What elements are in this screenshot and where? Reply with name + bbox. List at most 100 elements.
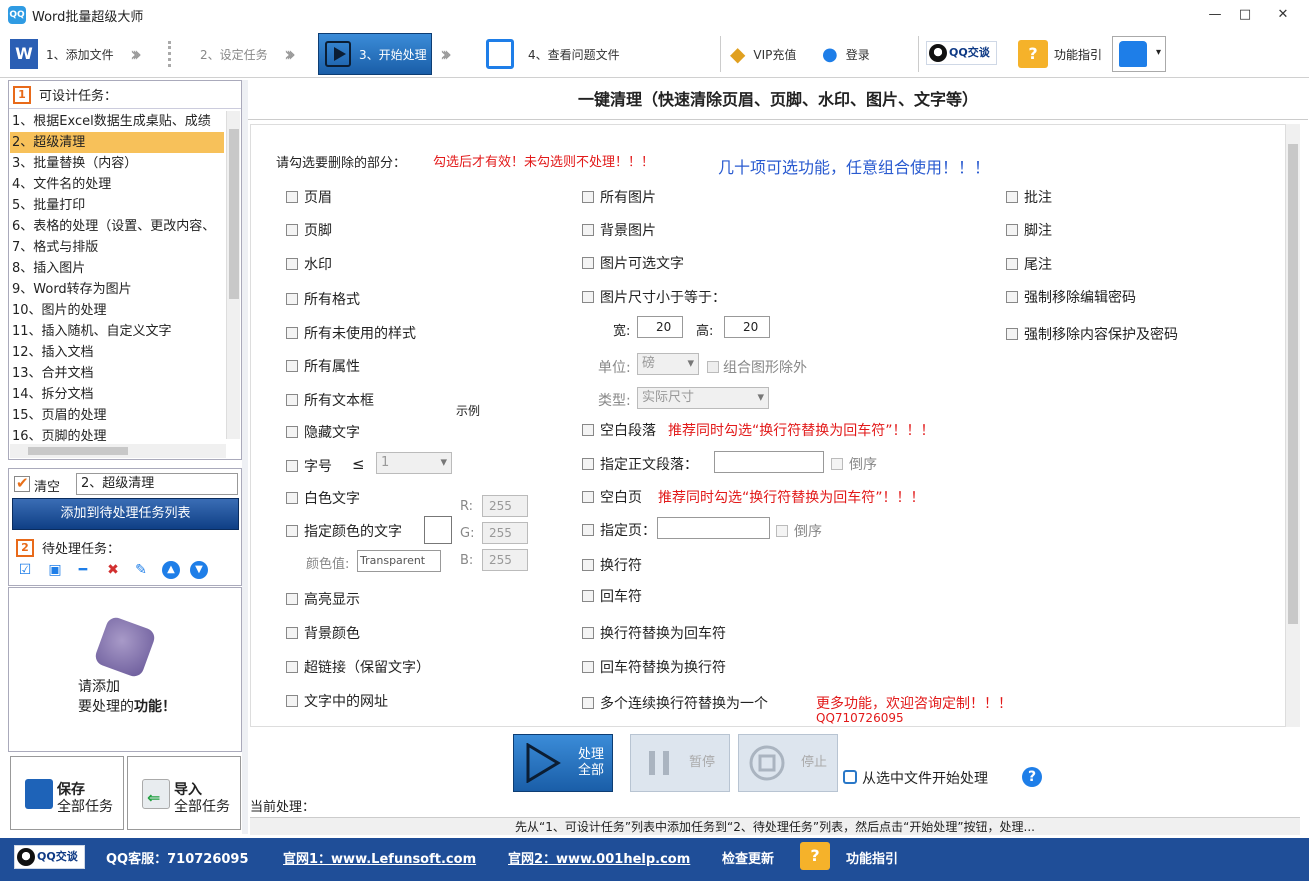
save-all-tasks-button[interactable]: 保存 全部任务 (10, 756, 124, 830)
rgb-g-input[interactable]: 255 (482, 522, 528, 544)
skin-button[interactable]: ▾ (1112, 36, 1166, 72)
rgb-r-input[interactable]: 255 (482, 495, 528, 517)
guide-button[interactable]: 功能指引 (1054, 46, 1102, 63)
width-input[interactable]: 20 (637, 316, 683, 338)
close-icon[interactable]: ✕ (1268, 4, 1298, 26)
exclude-group-option[interactable]: 组合图形除外 (707, 357, 807, 377)
spec-page-input[interactable] (657, 517, 770, 539)
example-link[interactable]: 示例 (456, 402, 480, 419)
checkbox[interactable] (776, 525, 788, 537)
list-item[interactable]: 4、文件名的处理 (10, 174, 224, 195)
step-set-task[interactable]: 2、设定任务 (168, 34, 268, 74)
color-value-input[interactable]: Transparent (357, 550, 441, 572)
site1-link[interactable]: 官网1：www.Lefunsoft.com (283, 848, 476, 867)
option-spec-page[interactable]: 指定页： (582, 520, 656, 540)
checkbox[interactable] (286, 224, 298, 236)
checkbox[interactable] (582, 590, 594, 602)
option-image-size[interactable]: 图片尺寸小于等于： (582, 287, 726, 307)
checkbox[interactable] (1006, 191, 1018, 203)
list-item[interactable]: 6、表格的处理（设置、更改内容、 (10, 216, 224, 237)
clear-icon[interactable]: ✎ (132, 561, 150, 579)
checkbox[interactable] (286, 293, 298, 305)
option-hidden-text[interactable]: 隐藏文字 (286, 422, 360, 442)
font-size-select[interactable]: 1 (376, 452, 452, 474)
from-selected-checkbox[interactable] (843, 770, 857, 784)
checkbox[interactable] (286, 593, 298, 605)
checkbox[interactable] (582, 559, 594, 571)
process-all-button[interactable]: 处理 全部 (513, 734, 613, 792)
option-blank-page[interactable]: 空白页 (582, 487, 642, 507)
option-remove-edit-password[interactable]: 强制移除编辑密码 (1006, 287, 1136, 307)
list-item[interactable]: 9、Word转存为图片 (10, 279, 224, 300)
option-footer[interactable]: 页脚 (286, 220, 332, 240)
checkbox[interactable] (1006, 224, 1018, 236)
option-header[interactable]: 页眉 (286, 187, 332, 207)
minus-icon[interactable]: ━ (74, 561, 92, 579)
list-item[interactable]: 15、页眉的处理 (10, 405, 224, 426)
height-input[interactable]: 20 (724, 316, 770, 338)
maximize-icon[interactable]: □ (1230, 4, 1260, 26)
option-line-break[interactable]: 换行符 (582, 555, 642, 575)
checkbox[interactable] (286, 360, 298, 372)
option-all-formats[interactable]: 所有格式 (286, 289, 360, 309)
qq-chat-button[interactable]: QQ交谈 (926, 41, 997, 65)
checkbox[interactable] (286, 394, 298, 406)
checkbox[interactable] (831, 458, 843, 470)
step-start-process[interactable]: 3、开始处理 (318, 33, 432, 75)
reverse-option-2[interactable]: 倒序 (776, 521, 822, 541)
list-item[interactable]: 13、合并文档 (10, 363, 224, 384)
checkbox[interactable] (582, 627, 594, 639)
task-list-vscrollbar[interactable] (226, 111, 240, 439)
list-item[interactable]: 12、插入文档 (10, 342, 224, 363)
step-add-files[interactable]: W 1、添加文件 (10, 34, 114, 74)
option-blank-paragraph[interactable]: 空白段落 (582, 420, 656, 440)
option-return-to-linebreak[interactable]: 回车符替换为换行符 (582, 657, 726, 677)
move-up-icon[interactable]: ▲ (162, 561, 180, 579)
selected-task-field[interactable]: 2、超级清理 (76, 473, 238, 495)
checkbox[interactable] (582, 291, 594, 303)
option-all-textboxes[interactable]: 所有文本框 (286, 390, 374, 410)
list-item[interactable]: 10、图片的处理 (10, 300, 224, 321)
option-background-color[interactable]: 背景颜色 (286, 623, 360, 643)
checkbox[interactable] (286, 191, 298, 203)
option-unused-styles[interactable]: 所有未使用的样式 (286, 323, 416, 343)
unit-select[interactable]: 磅 (637, 353, 699, 375)
option-spec-paragraph[interactable]: 指定正文段落： (582, 454, 698, 474)
checkbox[interactable] (582, 697, 594, 709)
spec-paragraph-input[interactable] (714, 451, 824, 473)
checkbox[interactable] (582, 661, 594, 673)
list-item[interactable]: 16、页脚的处理 (10, 426, 224, 446)
option-all-properties[interactable]: 所有属性 (286, 356, 360, 376)
option-highlight[interactable]: 高亮显示 (286, 589, 360, 609)
checkbox[interactable] (286, 327, 298, 339)
checkbox[interactable] (582, 191, 594, 203)
option-remove-protection[interactable]: 强制移除内容保护及密码 (1006, 324, 1178, 344)
checkbox[interactable] (286, 258, 298, 270)
checkbox[interactable] (582, 224, 594, 236)
stop-button[interactable]: 停止 (738, 734, 838, 792)
option-linebreak-to-return[interactable]: 换行符替换为回车符 (582, 623, 726, 643)
step-view-problems[interactable]: 4、查看问题文件 (486, 34, 620, 74)
checkbox[interactable] (582, 458, 594, 470)
uncheck-icon[interactable]: ▣ (46, 561, 64, 579)
option-carriage-return[interactable]: 回车符 (582, 586, 642, 606)
pause-button[interactable]: 暂停 (630, 734, 730, 792)
rgb-b-input[interactable]: 255 (482, 549, 528, 571)
task-list-hscrollbar[interactable] (10, 444, 226, 458)
option-image-alt-text[interactable]: 图片可选文字 (582, 253, 684, 273)
add-to-pending-button[interactable]: 添加到待处理任务列表 (12, 498, 239, 530)
option-watermark[interactable]: 水印 (286, 254, 332, 274)
list-item[interactable]: 1、根据Excel数据生成桌贴、成绩 (10, 111, 224, 132)
checkbox[interactable] (582, 491, 594, 503)
task-list[interactable]: 1、根据Excel数据生成桌贴、成绩 2、超级清理 3、批量替换（内容） 4、文… (10, 111, 224, 446)
login-button[interactable]: ● 登录 (822, 34, 870, 74)
checkbox[interactable] (707, 361, 719, 373)
move-down-icon[interactable]: ▼ (190, 561, 208, 579)
option-hyperlink[interactable]: 超链接（保留文字） (286, 657, 430, 677)
clear-checkbox[interactable] (14, 474, 30, 492)
check-all-icon[interactable]: ☑ (16, 561, 34, 579)
checkbox[interactable] (286, 661, 298, 673)
checkbox[interactable] (582, 257, 594, 269)
site2-link[interactable]: 官网2：www.001help.com (508, 848, 690, 867)
option-footnotes[interactable]: 脚注 (1006, 220, 1052, 240)
